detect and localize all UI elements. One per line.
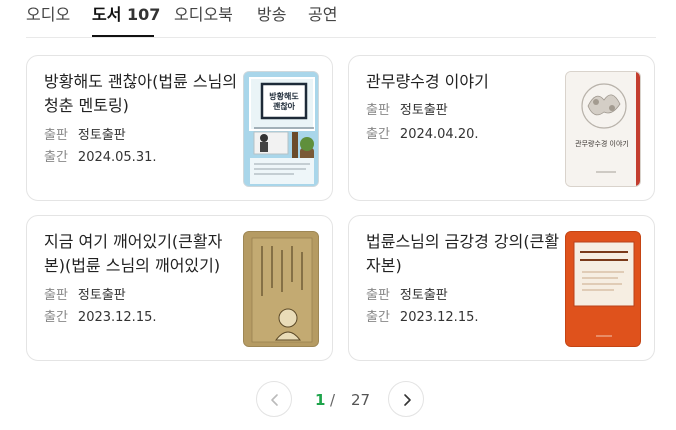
- book-cover[interactable]: 관무량수경 이야기: [565, 71, 641, 187]
- book-title[interactable]: 지금 여기 깨어있기(큰활자본)(법륜 스님의 깨어있기): [44, 230, 239, 278]
- prev-page-button[interactable]: [256, 381, 292, 417]
- date-value: 2023.12.15.: [399, 310, 479, 325]
- tab-performance[interactable]: 공연: [308, 5, 337, 25]
- tab-audiobook[interactable]: 오디오북: [174, 5, 233, 25]
- book-title[interactable]: 법륜스님의 금강경 강의(큰활자본): [366, 230, 561, 278]
- book-card[interactable]: 방황해도 괜찮아(법륜 스님의 청춘 멘토링) 출판 정토출판 출간 2024.05…: [26, 55, 333, 201]
- date-label: 출간: [44, 150, 68, 165]
- next-page-button[interactable]: [388, 381, 424, 417]
- tab-books-label: 도서: [92, 5, 122, 24]
- publisher-label: 출판: [44, 288, 68, 303]
- cover-illustration: [244, 232, 318, 346]
- book-publisher: 출판 정토출판: [44, 286, 126, 306]
- book-date: 출간 2023.12.15.: [366, 308, 479, 328]
- tab-broadcast[interactable]: 방송: [257, 5, 286, 25]
- cover-illustration: [566, 72, 640, 186]
- chevron-left-icon: [271, 394, 278, 406]
- date-label: 출간: [366, 127, 390, 142]
- book-publisher: 출판 정토출판: [366, 101, 448, 121]
- book-date: 출간 2023.12.15.: [44, 308, 157, 328]
- book-title[interactable]: 방황해도 괜찮아(법륜 스님의 청춘 멘토링): [44, 70, 239, 118]
- tab-books[interactable]: 도서 107: [92, 5, 160, 25]
- pagination: 1 / 27: [0, 381, 676, 419]
- current-page: 1: [315, 391, 326, 409]
- publisher-value: 정토출판: [77, 128, 126, 143]
- book-cover[interactable]: [243, 231, 319, 347]
- cover-title: 방황해도 괜찮아: [269, 92, 299, 111]
- cover-title: 관무량수경 이야기: [575, 140, 629, 148]
- total-pages: 27: [351, 391, 371, 409]
- book-publisher: 출판 정토출판: [44, 126, 126, 146]
- page-separator: /: [330, 391, 336, 409]
- book-card[interactable]: 관무량수경 이야기 출판 정토출판 출간 2024.04.20. 관무량수경 이야기: [348, 55, 655, 201]
- book-card[interactable]: 법륜스님의 금강경 강의(큰활자본) 출판 정토출판 출간 2023.12.15.: [348, 215, 655, 361]
- publisher-value: 정토출판: [77, 288, 126, 303]
- publisher-label: 출판: [44, 128, 68, 143]
- tab-audio[interactable]: 오디오: [26, 5, 70, 25]
- date-label: 출간: [44, 310, 68, 325]
- book-cover[interactable]: 방황해도 괜찮아: [243, 71, 319, 187]
- tab-books-count: 107: [127, 5, 161, 24]
- cover-illustration: [566, 232, 640, 346]
- book-publisher: 출판 정토출판: [366, 286, 448, 306]
- date-value: 2024.05.31.: [77, 150, 157, 165]
- chevron-right-icon: [404, 394, 411, 406]
- date-value: 2024.04.20.: [399, 127, 479, 142]
- book-date: 출간 2024.05.31.: [44, 148, 157, 168]
- publisher-value: 정토출판: [399, 103, 448, 118]
- book-card[interactable]: 지금 여기 깨어있기(큰활자본)(법륜 스님의 깨어있기) 출판 정토출판 출간 2…: [26, 215, 333, 361]
- book-cover[interactable]: [565, 231, 641, 347]
- date-value: 2023.12.15.: [77, 310, 157, 325]
- publisher-label: 출판: [366, 288, 390, 303]
- publisher-value: 정토출판: [399, 288, 448, 303]
- publisher-label: 출판: [366, 103, 390, 118]
- date-label: 출간: [366, 310, 390, 325]
- category-tabs: 오디오 도서 107 오디오북 방송 공연: [26, 0, 656, 38]
- book-title[interactable]: 관무량수경 이야기: [366, 70, 561, 94]
- book-date: 출간 2024.04.20.: [366, 125, 479, 145]
- cover-illustration: [244, 72, 318, 186]
- active-tab-indicator: [92, 35, 154, 37]
